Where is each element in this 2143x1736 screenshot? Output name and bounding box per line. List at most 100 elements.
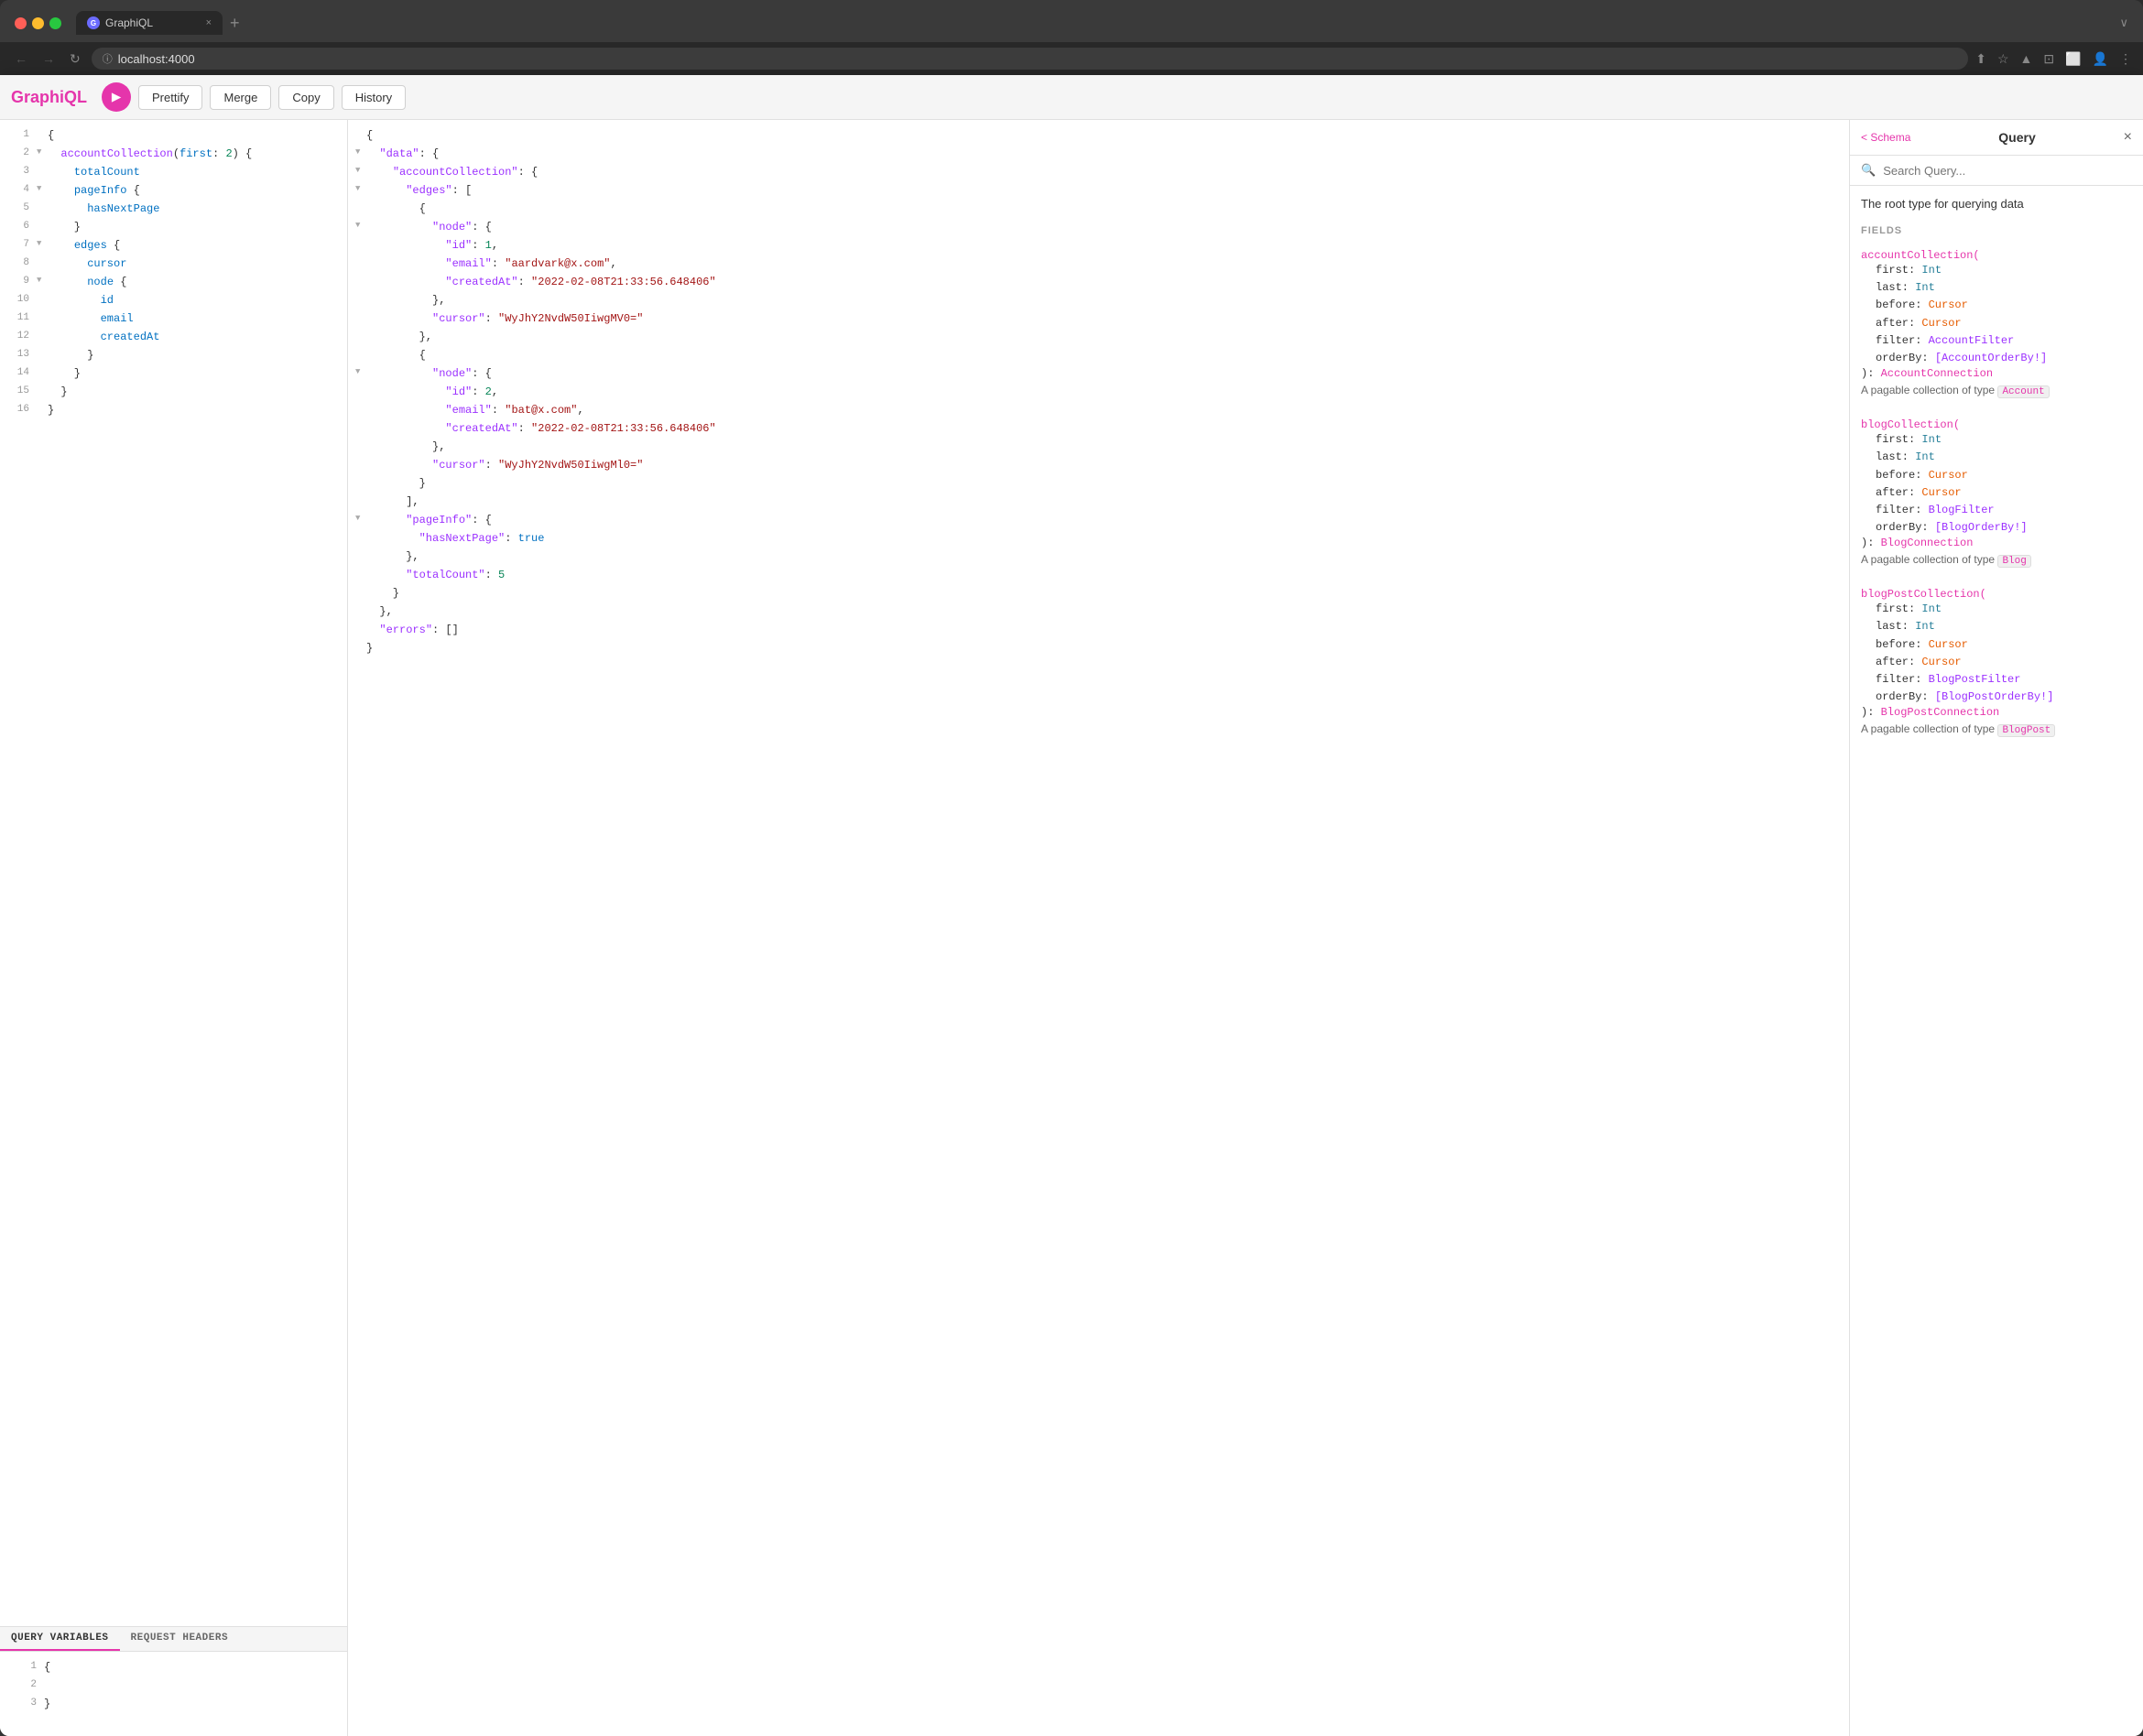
query-line: 9▼ node { xyxy=(0,274,347,292)
tab-favicon: G xyxy=(87,16,100,29)
line-number: 2 xyxy=(15,1677,37,1694)
schema-search-input[interactable] xyxy=(1883,164,2132,178)
sidebar-icon[interactable]: ⬜ xyxy=(2065,51,2081,67)
field-name[interactable]: blogCollection( xyxy=(1861,418,1960,431)
response-line: "createdAt": "2022-02-08T21:33:56.648406… xyxy=(348,274,1849,292)
address-field[interactable]: ⓘ localhost:4000 xyxy=(92,48,1969,70)
param-type[interactable]: Cursor xyxy=(1929,298,1968,311)
param-type[interactable]: Int xyxy=(1921,264,1942,277)
return-type[interactable]: BlogConnection xyxy=(1881,537,1974,549)
history-button[interactable]: History xyxy=(342,85,406,110)
response-line: } xyxy=(348,475,1849,494)
line-content: accountCollection(first: 2) { xyxy=(48,146,340,163)
type-badge[interactable]: Blog xyxy=(1997,555,2030,568)
graphiql-app: GraphiQL ▶ Prettify Merge Copy History 1… xyxy=(0,75,2143,1736)
line-content: } xyxy=(366,640,1842,657)
line-number: 1 xyxy=(7,127,29,144)
response-line: ▼ "data": { xyxy=(348,146,1849,164)
response-line: "email": "bat@x.com", xyxy=(348,402,1849,420)
field-description: A pagable collection of type Account xyxy=(1861,384,2132,398)
type-badge[interactable]: BlogPost xyxy=(1997,724,2055,737)
return-type[interactable]: BlogPostConnection xyxy=(1881,706,2000,719)
copy-button[interactable]: Copy xyxy=(278,85,333,110)
schema-back-button[interactable]: < Schema xyxy=(1861,131,1910,144)
extension-icon[interactable]: ▲ xyxy=(2020,51,2033,67)
maximize-button[interactable] xyxy=(49,17,61,29)
line-content: "node": { xyxy=(366,219,1842,236)
close-button[interactable] xyxy=(15,17,27,29)
response-line: "totalCount": 5 xyxy=(348,567,1849,585)
param-type[interactable]: Int xyxy=(1915,620,1935,633)
active-tab[interactable]: G GraphiQL × xyxy=(76,11,223,35)
field-name[interactable]: accountCollection( xyxy=(1861,249,1980,262)
field-name[interactable]: blogPostCollection( xyxy=(1861,588,1986,601)
line-content: ], xyxy=(366,494,1842,511)
type-badge[interactable]: Account xyxy=(1997,385,2049,398)
response-line: ▼ "accountCollection": { xyxy=(348,164,1849,182)
schema-close-button[interactable]: × xyxy=(2124,129,2132,146)
fold-arrow[interactable]: ▼ xyxy=(355,182,364,195)
param-type[interactable]: AccountFilter xyxy=(1929,334,2015,347)
merge-button[interactable]: Merge xyxy=(210,85,271,110)
field-param: orderBy: [AccountOrderBy!] xyxy=(1861,350,2132,367)
forward-button[interactable]: → xyxy=(38,49,59,68)
fold-arrow[interactable]: ▼ xyxy=(37,237,46,250)
variables-editor[interactable]: 1{23} xyxy=(0,1652,347,1721)
new-tab-button[interactable]: + xyxy=(223,14,247,33)
param-type[interactable]: Int xyxy=(1921,602,1942,615)
param-type[interactable]: [BlogOrderBy!] xyxy=(1935,521,2028,534)
param-type[interactable]: Int xyxy=(1915,281,1935,294)
param-type[interactable]: Cursor xyxy=(1929,638,1968,651)
menu-icon[interactable]: ⋮ xyxy=(2119,51,2132,67)
share-icon[interactable]: ⬆ xyxy=(1975,51,1986,67)
query-line: 7▼ edges { xyxy=(0,237,347,255)
field-param: filter: BlogPostFilter xyxy=(1861,671,2132,689)
param-type[interactable]: Int xyxy=(1915,450,1935,463)
fold-arrow[interactable]: ▼ xyxy=(355,512,364,525)
field-param: before: Cursor xyxy=(1861,297,2132,314)
param-type[interactable]: Cursor xyxy=(1921,486,1961,499)
schema-field-group: accountCollection(first: Intlast: Intbef… xyxy=(1861,247,2132,398)
refresh-button[interactable]: ↻ xyxy=(66,49,84,69)
minimize-button[interactable] xyxy=(32,17,44,29)
param-type[interactable]: [AccountOrderBy!] xyxy=(1935,352,2047,364)
fold-arrow[interactable]: ▼ xyxy=(355,219,364,232)
bookmark-icon[interactable]: ☆ xyxy=(1997,51,2009,67)
run-button[interactable]: ▶ xyxy=(102,82,131,112)
param-type[interactable]: Cursor xyxy=(1921,656,1961,668)
param-type[interactable]: [BlogPostOrderBy!] xyxy=(1935,690,2054,703)
query-editor[interactable]: 1{2▼ accountCollection(first: 2) {3 tota… xyxy=(0,120,347,1626)
line-number: 10 xyxy=(7,292,29,309)
field-param: first: Int xyxy=(1861,601,2132,618)
return-type[interactable]: AccountConnection xyxy=(1881,367,1993,380)
fold-arrow[interactable]: ▼ xyxy=(355,365,364,378)
fold-arrow[interactable]: ▼ xyxy=(355,146,364,158)
tab-close-icon[interactable]: × xyxy=(206,17,212,28)
prettify-button[interactable]: Prettify xyxy=(138,85,202,110)
tab-title: GraphiQL xyxy=(105,16,153,29)
param-type[interactable]: BlogPostFilter xyxy=(1929,673,2021,686)
line-content: "email": "aardvark@x.com", xyxy=(366,255,1842,273)
tab-request-headers[interactable]: REQUEST HEADERS xyxy=(120,1627,240,1651)
param-type[interactable]: Int xyxy=(1921,433,1942,446)
fold-arrow[interactable]: ▼ xyxy=(37,182,46,195)
response-line: ▼ "pageInfo": { xyxy=(348,512,1849,530)
line-content: pageInfo { xyxy=(48,182,340,200)
back-button[interactable]: ← xyxy=(11,49,31,68)
query-line: 16} xyxy=(0,402,347,420)
field-param: orderBy: [BlogOrderBy!] xyxy=(1861,519,2132,537)
response-pane: {▼ "data": {▼ "accountCollection": {▼ "e… xyxy=(348,120,1850,1736)
response-line: "createdAt": "2022-02-08T21:33:56.648406… xyxy=(348,420,1849,439)
fold-arrow[interactable]: ▼ xyxy=(355,164,364,177)
param-type[interactable]: BlogFilter xyxy=(1929,504,1995,516)
fold-arrow[interactable]: ▼ xyxy=(37,274,46,287)
param-type[interactable]: Cursor xyxy=(1929,469,1968,482)
field-return: ): BlogConnection xyxy=(1861,537,2132,549)
profile-icon[interactable]: 👤 xyxy=(2093,51,2108,67)
tab-query-variables[interactable]: QUERY VARIABLES xyxy=(0,1627,120,1651)
param-type[interactable]: Cursor xyxy=(1921,317,1961,330)
line-content: { xyxy=(366,201,1842,218)
split-icon[interactable]: ⊡ xyxy=(2043,51,2054,67)
query-line: 14 } xyxy=(0,365,347,384)
fold-arrow[interactable]: ▼ xyxy=(37,146,46,158)
